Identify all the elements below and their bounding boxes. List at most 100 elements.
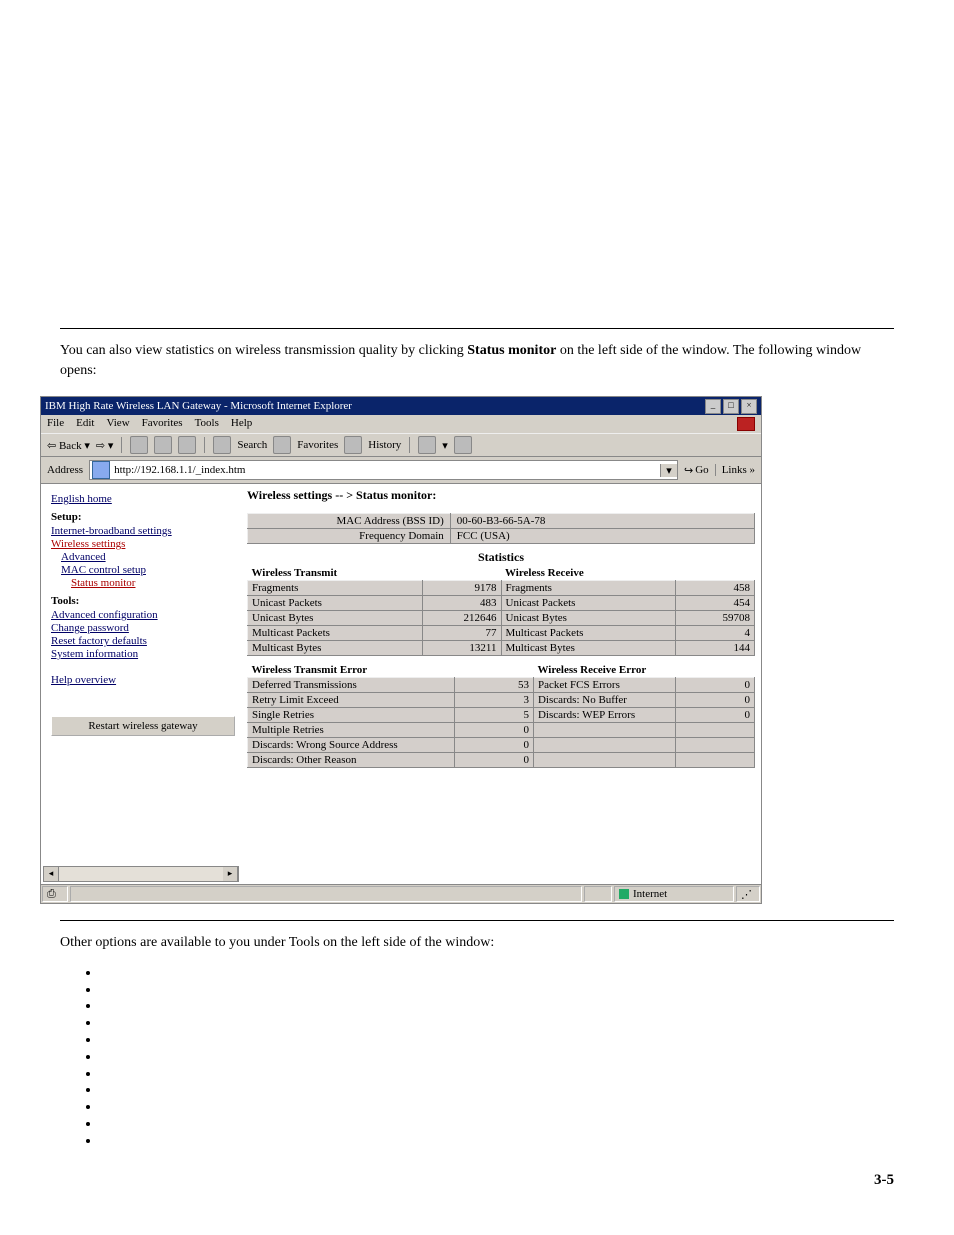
stat-value: 53 [454, 678, 533, 693]
intro-bold: Status monitor [467, 343, 556, 358]
stat-label: Unicast Packets [248, 596, 423, 611]
home-icon[interactable] [178, 436, 196, 454]
menu-tools[interactable]: Tools [195, 417, 219, 431]
stat-value: 9178 [422, 581, 501, 596]
link-change-password[interactable]: Change password [51, 622, 235, 634]
mac-label: MAC Address (BSS ID) [248, 514, 451, 529]
stat-value: 3 [454, 693, 533, 708]
list-item [100, 1015, 894, 1032]
title-bar[interactable]: IBM High Rate Wireless LAN Gateway - Mic… [41, 397, 761, 415]
stat-label: Packet FCS Errors [533, 678, 675, 693]
intro-pre: You can also view statistics on wireless… [60, 343, 467, 358]
close-button[interactable]: × [741, 399, 757, 414]
history-icon[interactable] [344, 436, 362, 454]
stat-value: 483 [422, 596, 501, 611]
page-number: 3-5 [60, 1170, 894, 1191]
address-input[interactable] [112, 464, 660, 476]
stat-value: 5 [454, 708, 533, 723]
stat-label: Discards: No Buffer [533, 693, 675, 708]
screenshot-ie-window: IBM High Rate Wireless LAN Gateway - Mic… [40, 396, 762, 904]
link-mac-control[interactable]: MAC control setup [61, 564, 235, 576]
menu-edit[interactable]: Edit [76, 417, 94, 431]
mac-value: 00-60-B3-66-5A-78 [450, 514, 754, 529]
search-label[interactable]: Search [237, 439, 267, 451]
link-help-overview[interactable]: Help overview [51, 674, 235, 686]
stat-label: Multiple Retries [248, 723, 455, 738]
minimize-button[interactable]: _ [705, 399, 721, 414]
print-icon[interactable] [454, 436, 472, 454]
address-label: Address [47, 464, 83, 476]
menu-file[interactable]: File [47, 417, 64, 431]
stat-value: 212646 [422, 611, 501, 626]
tx-header: Wireless Transmit [248, 567, 502, 581]
stat-label: Unicast Bytes [501, 611, 676, 626]
stat-value: 0 [454, 738, 533, 753]
stat-value: 0 [676, 678, 755, 693]
link-reset-defaults[interactable]: Reset factory defaults [51, 635, 235, 647]
address-bar: Address ▾ ↪ Go Links » [41, 457, 761, 484]
toolbar: ⇦ Back ▾ ⇨ ▾ Search Favorites History ▾ [41, 433, 761, 457]
link-internet-settings[interactable]: Internet-broadband settings [51, 525, 235, 537]
stat-value: 13211 [422, 641, 501, 656]
favorites-label[interactable]: Favorites [297, 439, 338, 451]
status-text [70, 886, 582, 902]
restart-button[interactable]: Restart wireless gateway [51, 716, 235, 736]
stat-value: 0 [454, 753, 533, 768]
status-bar: ⎙ Internet ⋰ [41, 884, 761, 903]
paragraph-intro: You can also view statistics on wireless… [60, 341, 894, 380]
link-system-info[interactable]: System information [51, 648, 235, 660]
address-dropdown[interactable]: ▾ [660, 464, 677, 477]
menu-help[interactable]: Help [231, 417, 252, 431]
stop-icon[interactable] [130, 436, 148, 454]
list-item [100, 1049, 894, 1066]
resize-grip[interactable]: ⋰ [736, 886, 760, 902]
stat-label [533, 723, 675, 738]
sidebar-scrollbar[interactable]: ◂ ▸ [43, 866, 239, 882]
statistics-header: Statistics [247, 550, 755, 565]
link-status-monitor[interactable]: Status monitor [71, 577, 235, 589]
stat-label: Multicast Packets [501, 626, 676, 641]
stat-value: 77 [422, 626, 501, 641]
section-setup: Setup: [51, 511, 235, 523]
go-button[interactable]: ↪ Go [684, 464, 709, 477]
mail-icon[interactable] [418, 436, 436, 454]
list-item [100, 1133, 894, 1150]
link-english-home[interactable]: English home [51, 493, 235, 505]
stat-label [533, 738, 675, 753]
refresh-icon[interactable] [154, 436, 172, 454]
stat-label: Multicast Bytes [248, 641, 423, 656]
link-wireless-settings[interactable]: Wireless settings [51, 538, 235, 550]
stat-label: Multicast Bytes [501, 641, 676, 656]
link-advanced[interactable]: Advanced [61, 551, 235, 563]
mac-table: MAC Address (BSS ID) 00-60-B3-66-5A-78 F… [247, 513, 755, 544]
link-advanced-config[interactable]: Advanced configuration [51, 609, 235, 621]
stat-label: Unicast Packets [501, 596, 676, 611]
stat-label: Single Retries [248, 708, 455, 723]
favorites-icon[interactable] [273, 436, 291, 454]
stat-value: 0 [454, 723, 533, 738]
tools-paragraph: Other options are available to you under… [60, 933, 894, 953]
stat-value [676, 723, 755, 738]
scroll-right-icon[interactable]: ▸ [223, 867, 238, 881]
scroll-left-icon[interactable]: ◂ [44, 867, 59, 881]
list-item [100, 1116, 894, 1133]
rxe-header: Wireless Receive Error [533, 656, 754, 678]
links-button[interactable]: Links » [715, 464, 755, 476]
stat-value [676, 753, 755, 768]
history-label[interactable]: History [368, 439, 401, 451]
stat-value: 454 [676, 596, 755, 611]
stat-label: Fragments [248, 581, 423, 596]
list-item [100, 1082, 894, 1099]
menu-favorites[interactable]: Favorites [142, 417, 183, 431]
statistics-table: Wireless Transmit Wireless Receive Fragm… [247, 567, 755, 656]
maximize-button[interactable]: □ [723, 399, 739, 414]
sidebar: English home Setup: Internet-broadband s… [41, 484, 241, 884]
menu-view[interactable]: View [106, 417, 129, 431]
menu-bar[interactable]: File Edit View Favorites Tools Help [41, 415, 761, 433]
stat-label: Fragments [501, 581, 676, 596]
list-item [100, 1066, 894, 1083]
stat-value: 59708 [676, 611, 755, 626]
forward-button[interactable]: ⇨ ▾ [96, 439, 114, 452]
search-icon[interactable] [213, 436, 231, 454]
back-button[interactable]: ⇦ Back ▾ [47, 439, 90, 452]
